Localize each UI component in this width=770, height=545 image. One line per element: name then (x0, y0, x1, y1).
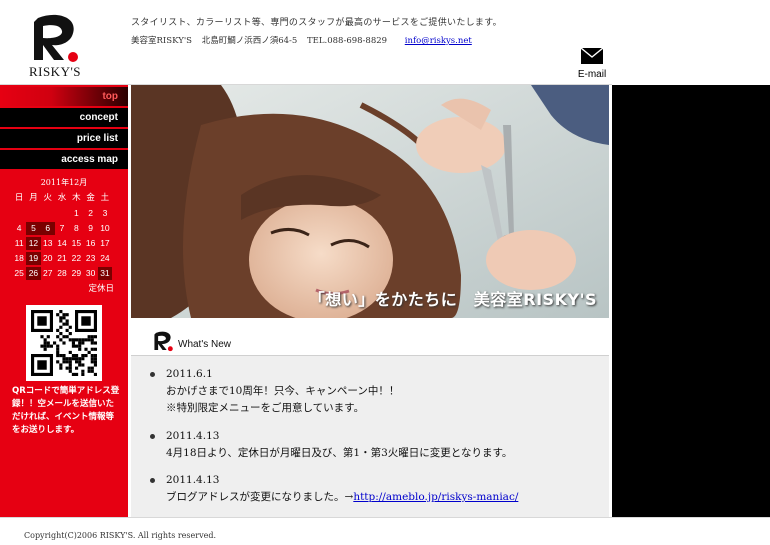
closed-day-note: 定休日 (88, 284, 114, 294)
calendar-empty-cell (26, 207, 40, 220)
right-black-panel (612, 85, 770, 517)
calendar-day: 15 (71, 238, 82, 248)
calendar-day: 26 (26, 267, 41, 280)
calendar-day: 4 (16, 223, 22, 233)
calendar-day: 17 (100, 238, 110, 248)
calendar-empty-cell (55, 207, 69, 220)
calendar-weekday: 木 (72, 193, 81, 203)
calendar-weekday: 火 (43, 193, 52, 203)
salon-name: 美容室RISKY'S (131, 36, 192, 46)
news-text: 4月18日より、定休日が月曜日及び、第1・第3火曜日に変更となります。 (166, 447, 513, 459)
calendar-day: 27 (43, 268, 53, 278)
calendar-day: 24 (100, 253, 110, 263)
email-button[interactable]: E-mail (574, 48, 610, 82)
calendar-day: 2 (88, 208, 93, 218)
calendar-day: 16 (85, 238, 96, 248)
calendar-title: 2011年12月 (40, 178, 88, 187)
hero-caption: 「想い」をかたちに 美容室RISKY'S (308, 290, 597, 309)
calendar-day: 30 (85, 268, 96, 278)
news-item: 2011.4.13 4月18日より、定休日が月曜日及び、第1・第3火曜日に変更と… (150, 428, 600, 462)
telephone: TEL.088-698-8829 (307, 36, 388, 46)
calendar-day: 3 (102, 208, 108, 218)
calendar-day: 7 (59, 223, 65, 233)
hero-image: 「想い」をかたちに 美容室RISKY'S (131, 85, 609, 318)
whats-new-header: What's New (131, 320, 609, 356)
calendar-day: 28 (57, 268, 67, 278)
logo-text: RISKY'S (28, 64, 82, 79)
calendar-day: 21 (57, 253, 67, 263)
risky-logo-icon (34, 14, 78, 62)
envelope-icon (581, 48, 603, 64)
news-date: 2011.4.13 (166, 430, 220, 442)
news-item: 2011.6.1 おかげさまで10周年！只今、キャンペーン中！！ ※特別限定メニ… (150, 366, 600, 417)
calendar-weekday: 水 (57, 193, 67, 203)
whats-new-title: What's New (178, 339, 232, 350)
email-address-link[interactable]: info@riskys.net (405, 36, 472, 46)
nav-item-price-list[interactable]: price list (0, 129, 128, 148)
hero-photo-illustration (131, 85, 609, 318)
calendar: 2011年12月 日月火水木金土 1 2 3 4 5 6 7 8 9 10 11 12 13 14 15 16 1… (12, 177, 116, 294)
news-item: 2011.4.13 ブログアドレスが変更になりました。→http://amebl… (150, 472, 600, 506)
calendar-day: 31 (97, 267, 113, 280)
risky-mini-logo-icon (154, 331, 173, 352)
whats-new-section: What's New 2011.6.1 おかげさまで10周年！只今、キャンペーン… (131, 320, 609, 517)
news-text: ※特別限定メニューをご用意しています。 (166, 402, 365, 414)
blog-link[interactable]: http://ameblo.jp/riskys-maniac/ (353, 491, 518, 503)
tagline: スタイリスト、カラーリスト等、専門のスタッフが最高のサービスをご提供いたします。 (131, 18, 502, 28)
calendar-day: 23 (85, 253, 96, 263)
calendar-day: 10 (100, 223, 110, 233)
bullet-icon (150, 434, 155, 439)
calendar-day: 29 (71, 268, 82, 278)
calendar-day: 18 (14, 253, 24, 263)
qr-code-icon (31, 310, 97, 376)
calendar-day: 6 (40, 222, 55, 235)
logo[interactable]: RISKY'S (20, 12, 90, 80)
qr-caption: QRコードで簡単アドレス登録！！空メールを送信いただければ、イベント情報等をお送… (12, 386, 120, 435)
news-date: 2011.6.1 (166, 368, 213, 380)
news-date: 2011.4.13 (166, 474, 220, 486)
calendar-day: 5 (26, 222, 41, 235)
bullet-icon (150, 478, 155, 483)
calendar-weekday: 土 (100, 193, 110, 203)
nav-item-concept[interactable]: concept (0, 108, 128, 127)
calendar-day: 11 (14, 238, 24, 248)
calendar-grid: 日月火水木金土 1 2 3 4 5 6 7 8 9 10 11 12 13 14 15 16 17 18 19 20 21… (12, 192, 116, 280)
address-line: 美容室RISKY'S 北島町鯛ノ浜西ノ須64-5 TEL.088-698-882… (131, 34, 472, 46)
bullet-icon (150, 372, 155, 377)
calendar-weekday: 日 (14, 193, 24, 203)
calendar-day: 12 (26, 237, 41, 250)
footer-divider (0, 517, 770, 518)
calendar-day: 13 (43, 238, 53, 248)
calendar-day: 1 (73, 208, 79, 218)
calendar-empty-cell (41, 207, 55, 220)
calendar-day: 14 (57, 238, 67, 248)
news-text-span: ブログアドレスが変更になりました。→ (166, 491, 354, 503)
calendar-weekday: 月 (29, 193, 38, 203)
news-text: おかげさまで10周年！只今、キャンペーン中！！ (166, 385, 400, 397)
calendar-weekday: 金 (86, 193, 95, 203)
calendar-day: 19 (26, 252, 41, 265)
news-text: ブログアドレスが変更になりました。→http://ameblo.jp/risky… (166, 489, 600, 506)
copyright: Copyright(C)2006 RISKY'S. All rights res… (24, 531, 216, 540)
address: 北島町鯛ノ浜西ノ須64-5 (201, 36, 298, 46)
nav-item-top[interactable]: top (0, 87, 128, 106)
sidebar: top concept price list access map 2011年1… (0, 85, 128, 517)
calendar-day: 20 (43, 253, 53, 263)
calendar-empty-cell (12, 207, 26, 220)
calendar-day: 25 (14, 268, 24, 278)
calendar-day: 8 (73, 223, 79, 233)
nav-item-access-map[interactable]: access map (0, 150, 128, 169)
qr-code-frame (26, 305, 102, 381)
calendar-day: 22 (71, 253, 82, 263)
calendar-day: 9 (88, 223, 93, 233)
email-label: E-mail (577, 69, 607, 80)
